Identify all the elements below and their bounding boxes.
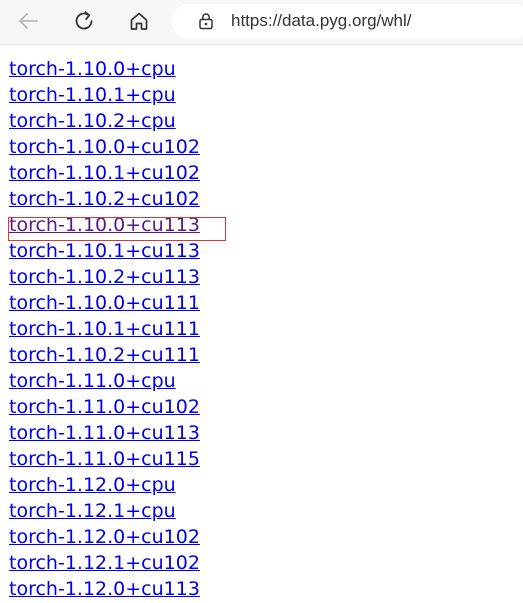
list-item: torch-1.11.0+cpu <box>9 368 200 394</box>
package-link[interactable]: torch-1.11.0+cu102 <box>9 396 200 418</box>
list-item: torch-1.10.2+cu102 <box>9 186 200 212</box>
url-text[interactable]: https://data.pyg.org/whl/ <box>231 11 412 31</box>
package-link[interactable]: torch-1.10.2+cu111 <box>9 344 200 366</box>
list-item: torch-1.10.1+cpu <box>9 82 200 108</box>
package-link[interactable]: torch-1.11.0+cu113 <box>9 422 200 444</box>
list-item: torch-1.11.0+cu102 <box>9 394 200 420</box>
list-item: torch-1.10.2+cu111 <box>9 342 200 368</box>
package-link[interactable]: torch-1.12.0+cu102 <box>9 526 200 548</box>
list-item: torch-1.11.0+cu113 <box>9 420 200 446</box>
list-item: torch-1.10.2+cu113 <box>9 264 200 290</box>
address-bar[interactable]: https://data.pyg.org/whl/ <box>172 4 523 38</box>
back-button[interactable] <box>13 6 43 36</box>
list-item: torch-1.10.0+cu111 <box>9 290 200 316</box>
home-button[interactable] <box>124 6 154 36</box>
list-item: torch-1.12.1+cpu <box>9 498 200 524</box>
list-item: torch-1.10.2+cpu <box>9 108 200 134</box>
package-link[interactable]: torch-1.10.1+cu102 <box>9 162 200 184</box>
package-link[interactable]: torch-1.10.0+cu111 <box>9 292 200 314</box>
package-link[interactable]: torch-1.12.0+cpu <box>9 474 176 496</box>
list-item: torch-1.12.0+cpu <box>9 472 200 498</box>
package-link[interactable]: torch-1.10.1+cu113 <box>9 240 200 262</box>
lock-icon[interactable] <box>197 12 215 30</box>
package-link[interactable]: torch-1.10.1+cu111 <box>9 318 200 340</box>
package-link[interactable]: torch-1.10.0+cu113 <box>9 214 200 236</box>
package-link[interactable]: torch-1.10.2+cu102 <box>9 188 200 210</box>
package-link[interactable]: torch-1.10.0+cpu <box>9 58 176 80</box>
list-item: torch-1.10.1+cu102 <box>9 160 200 186</box>
list-item: torch-1.12.1+cu102 <box>9 550 200 576</box>
package-link[interactable]: torch-1.11.0+cu115 <box>9 448 200 470</box>
package-link[interactable]: torch-1.10.0+cu102 <box>9 136 200 158</box>
list-item: torch-1.10.1+cu111 <box>9 316 200 342</box>
list-item: torch-1.12.0+cu113 <box>9 576 200 602</box>
list-item: torch-1.10.0+cu113 <box>9 212 200 238</box>
list-item: torch-1.12.0+cu102 <box>9 524 200 550</box>
list-item: torch-1.10.0+cu102 <box>9 134 200 160</box>
package-link[interactable]: torch-1.10.2+cu113 <box>9 266 200 288</box>
package-link[interactable]: torch-1.10.2+cpu <box>9 110 176 132</box>
back-arrow-icon <box>17 10 39 32</box>
package-link[interactable]: torch-1.12.0+cu113 <box>9 578 200 600</box>
directory-link-list: torch-1.10.0+cpu torch-1.10.1+cpu torch-1.… <box>9 56 200 602</box>
refresh-button[interactable] <box>69 6 99 36</box>
package-link[interactable]: torch-1.11.0+cpu <box>9 370 176 392</box>
home-icon <box>128 10 150 32</box>
list-item: torch-1.10.0+cpu <box>9 56 200 82</box>
refresh-icon <box>73 10 95 32</box>
package-link[interactable]: torch-1.10.1+cpu <box>9 84 176 106</box>
package-link[interactable]: torch-1.12.1+cpu <box>9 500 176 522</box>
list-item: torch-1.11.0+cu115 <box>9 446 200 472</box>
package-link[interactable]: torch-1.12.1+cu102 <box>9 552 200 574</box>
list-item: torch-1.10.1+cu113 <box>9 238 200 264</box>
browser-toolbar: https://data.pyg.org/whl/ <box>0 0 523 45</box>
